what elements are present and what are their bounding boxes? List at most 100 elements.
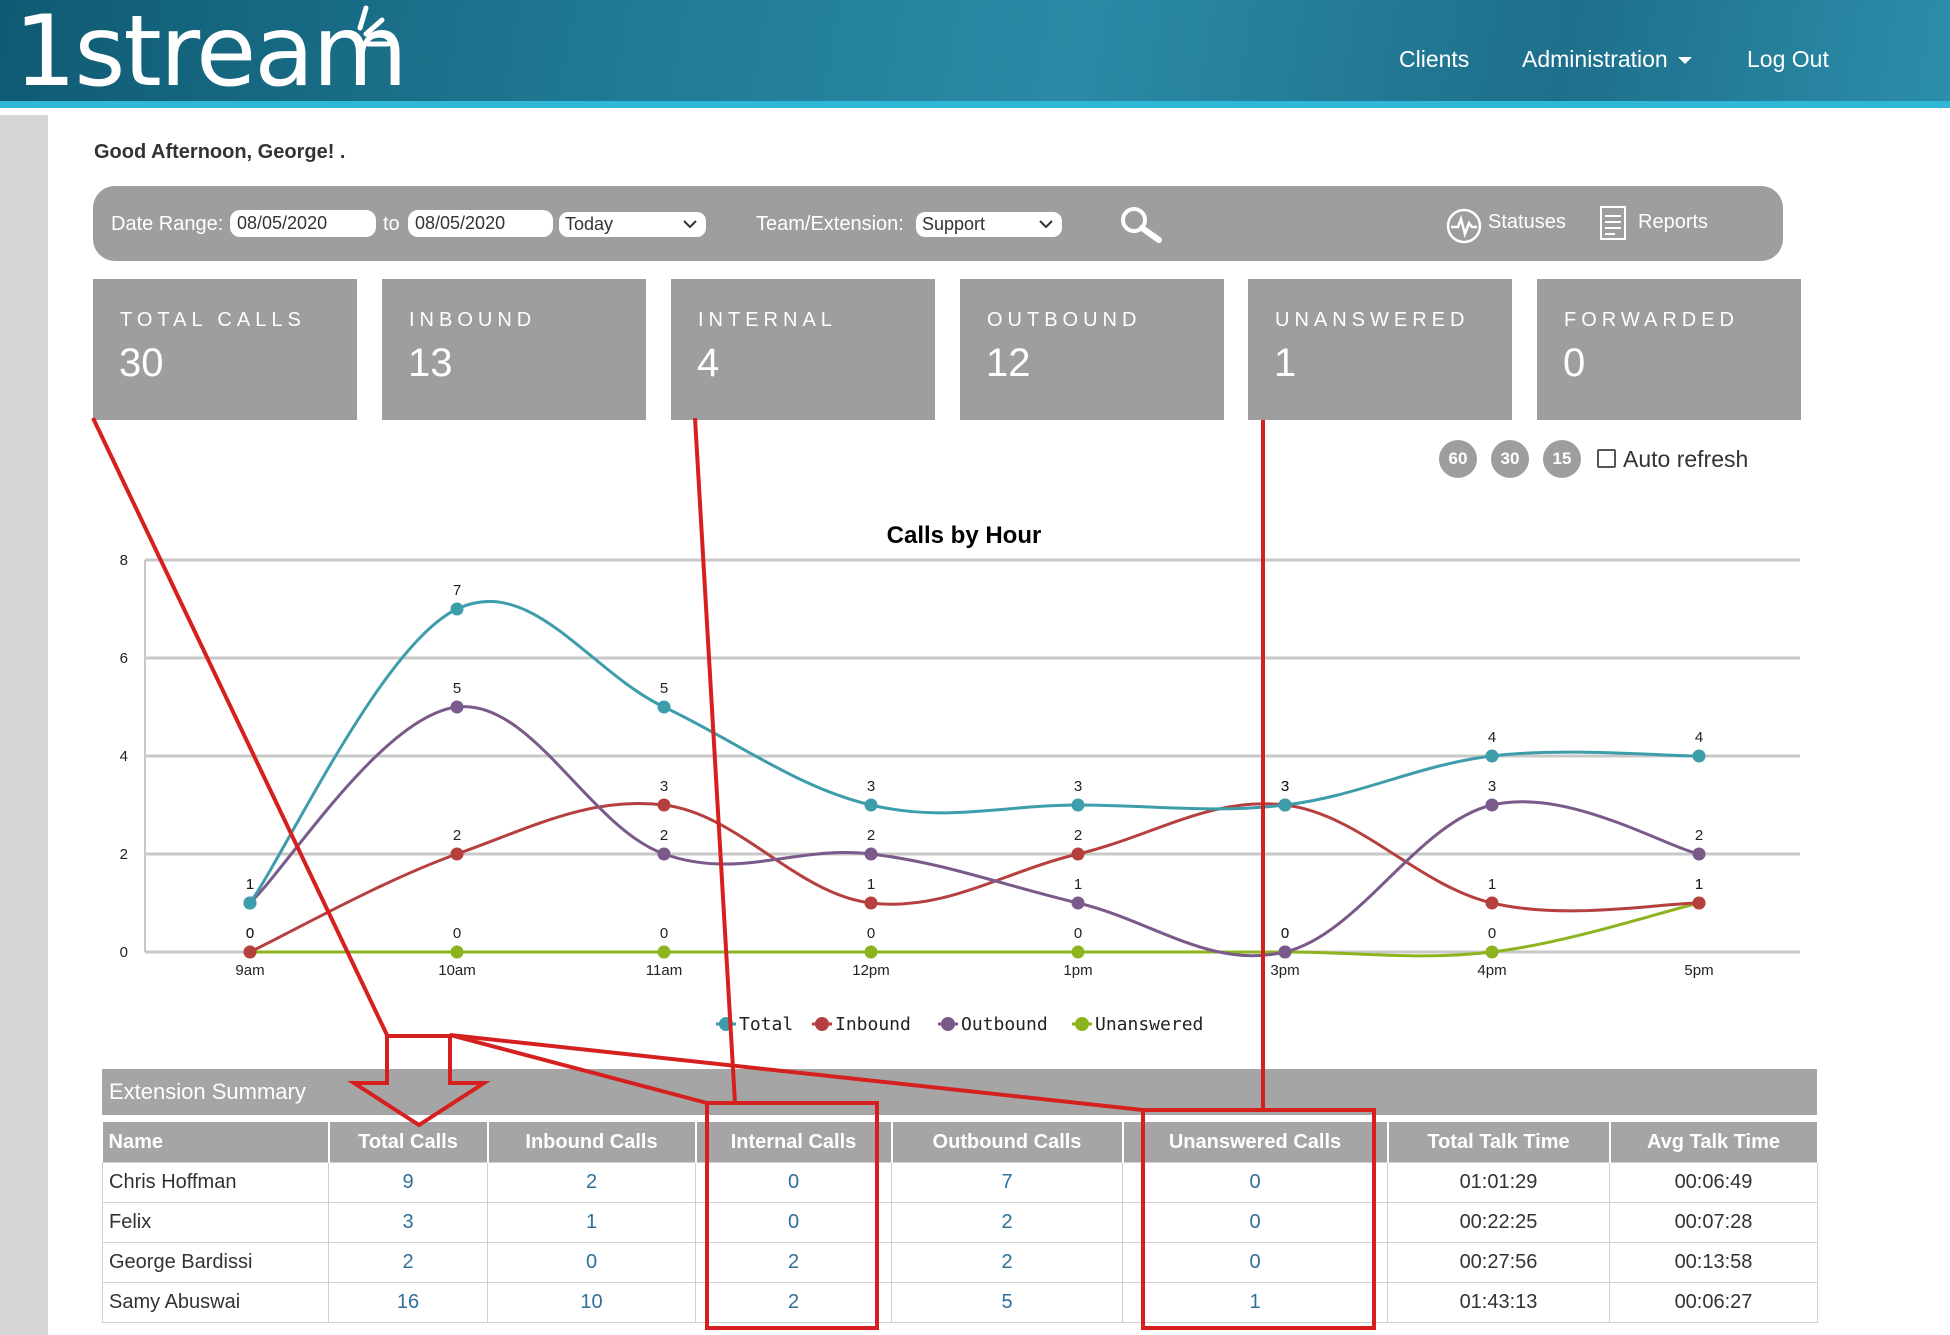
column-header[interactable]: Name [102,1122,330,1163]
table-cell[interactable]: 2 [891,1242,1123,1283]
data-point-inbound[interactable] [657,798,671,812]
y-tick-label: 8 [120,552,128,569]
data-label: 0 [867,925,875,942]
table-cell[interactable]: 10 [487,1282,696,1323]
data-point-unanswered[interactable] [864,945,878,959]
column-header[interactable]: Internal Calls [695,1122,893,1163]
data-label: 3 [867,778,875,795]
table-cell[interactable]: 0 [695,1202,892,1243]
tile-unanswered[interactable]: UNANSWERED 1 [1248,279,1512,420]
series-line-inbound [249,802,1700,954]
column-header[interactable]: Unanswered Calls [1122,1122,1389,1163]
data-point-total[interactable] [243,896,257,910]
tile-outbound[interactable]: OUTBOUND 12 [960,279,1224,420]
table-cell[interactable]: 2 [487,1162,696,1203]
data-point-total[interactable] [1485,749,1499,763]
tile-total-calls[interactable]: TOTAL CALLS 30 [93,279,357,420]
data-point-outbound[interactable] [1278,945,1292,959]
column-header[interactable]: Inbound Calls [487,1122,697,1163]
tile-forwarded[interactable]: FORWARDED 0 [1537,279,1801,420]
refresh-30-button[interactable]: 30 [1491,440,1529,478]
table-cell[interactable]: 5 [891,1282,1123,1323]
y-tick-label: 4 [120,748,128,765]
legend-label: Unanswered [1095,1014,1203,1035]
data-point-outbound[interactable] [1071,896,1085,910]
y-tick-label: 6 [120,650,128,667]
table-cell[interactable]: 2 [891,1202,1123,1243]
column-header[interactable]: Total Talk Time [1387,1122,1611,1163]
date-from-input[interactable]: 08/05/2020 [230,210,376,237]
extension-summary-header: Extension Summary [102,1069,1817,1115]
tile-inbound[interactable]: INBOUND 13 [382,279,646,420]
data-point-outbound[interactable] [450,700,464,714]
data-point-total[interactable] [1071,798,1085,812]
data-point-inbound[interactable] [1071,847,1085,861]
refresh-60-button[interactable]: 60 [1439,440,1477,478]
table-cell[interactable]: 3 [328,1202,488,1243]
legend-item-total[interactable]: Total [716,1014,793,1035]
table-cell[interactable]: 2 [695,1242,892,1283]
table-cell[interactable]: 0 [695,1162,892,1203]
table-cell[interactable]: 9 [328,1162,488,1203]
data-point-total[interactable] [1692,749,1706,763]
column-header[interactable]: Avg Talk Time [1609,1122,1819,1163]
table-cell[interactable]: 0 [1122,1242,1388,1283]
table-cell[interactable]: 0 [1122,1202,1388,1243]
data-point-inbound[interactable] [1485,896,1499,910]
greeting: Good Afternoon, George! . [94,141,346,163]
data-point-outbound[interactable] [657,847,671,861]
table-cell[interactable]: 16 [328,1282,488,1323]
data-point-inbound[interactable] [864,896,878,910]
extension-name-cell: Chris Hoffman [102,1162,329,1203]
reports-label: Reports [1638,211,1709,233]
search-icon[interactable] [1117,204,1167,244]
extension-summary-table: Name Total Calls Inbound Calls Internal Cal… [102,1122,1819,1323]
tile-internal[interactable]: INTERNAL 4 [671,279,935,420]
table-cell[interactable]: 2 [695,1282,892,1323]
report-icon [1600,206,1626,240]
data-point-total[interactable] [657,700,671,714]
legend-item-inbound[interactable]: Inbound [812,1014,911,1035]
x-tick-label: 12pm [852,962,890,979]
auto-refresh-checkbox[interactable] [1597,449,1616,468]
table-cell[interactable]: 7 [891,1162,1123,1203]
table-cell: 00:06:49 [1609,1162,1818,1203]
tile-label: FORWARDED [1564,309,1739,331]
column-header[interactable]: Outbound Calls [891,1122,1124,1163]
table-cell[interactable]: 0 [487,1242,696,1283]
refresh-15-button[interactable]: 15 [1543,440,1581,478]
table-cell[interactable]: 2 [328,1242,488,1283]
nav-administration[interactable]: Administration [1522,46,1692,73]
table-cell[interactable]: 1 [487,1202,696,1243]
data-point-unanswered[interactable] [657,945,671,959]
table-cell: 01:43:13 [1387,1282,1610,1323]
date-to-input[interactable]: 08/05/2020 [408,210,553,237]
nav-clients[interactable]: Clients [1399,46,1469,73]
data-point-total[interactable] [864,798,878,812]
table-cell[interactable]: 0 [1122,1162,1388,1203]
data-point-outbound[interactable] [1692,847,1706,861]
table-cell: 00:13:58 [1609,1242,1818,1283]
column-header[interactable]: Total Calls [328,1122,489,1163]
legend-item-outbound[interactable]: Outbound [938,1014,1048,1035]
data-point-inbound[interactable] [450,847,464,861]
data-point-inbound[interactable] [1692,896,1706,910]
data-point-outbound[interactable] [864,847,878,861]
data-point-unanswered[interactable] [1485,945,1499,959]
data-point-total[interactable] [1278,798,1292,812]
data-point-outbound[interactable] [1485,798,1499,812]
legend-item-unanswered[interactable]: Unanswered [1072,1014,1203,1035]
data-point-unanswered[interactable] [1071,945,1085,959]
range-select[interactable]: Today [559,212,706,237]
nav-logout[interactable]: Log Out [1747,46,1829,73]
table-cell[interactable]: 1 [1122,1282,1388,1323]
x-tick-label: 4pm [1477,962,1506,979]
top-header: 1stream Clients Administration Log Out [0,0,1950,108]
team-extension-label: Team/Extension: [756,213,904,235]
data-point-total[interactable] [450,602,464,616]
chevron-down-icon [683,220,697,229]
team-select[interactable]: Support [916,212,1062,237]
data-point-inbound[interactable] [243,945,257,959]
data-point-unanswered[interactable] [450,945,464,959]
data-label: 1 [1074,876,1082,893]
